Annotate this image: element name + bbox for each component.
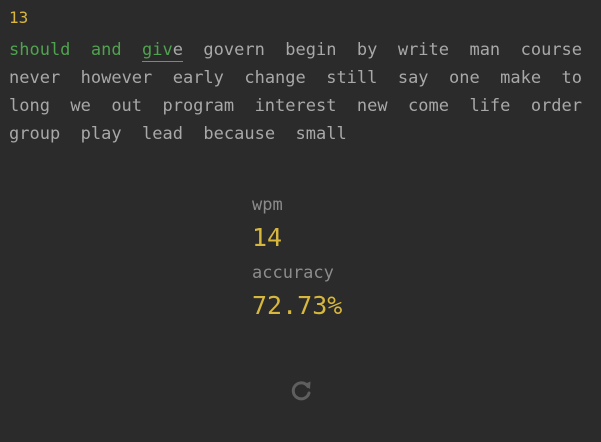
word-upcoming: new bbox=[356, 96, 388, 116]
word-upcoming: lead bbox=[142, 124, 183, 144]
word-upcoming: begin bbox=[285, 40, 337, 60]
word-upcoming: however bbox=[80, 68, 153, 88]
word-upcoming: program bbox=[162, 96, 235, 116]
word-active: give bbox=[142, 39, 183, 62]
word-completed: should bbox=[9, 40, 71, 60]
typing-test-app: 13 should and give govern begin by write… bbox=[0, 0, 601, 442]
word-upcoming: say bbox=[397, 68, 429, 88]
word-upcoming: make bbox=[500, 68, 542, 88]
active-word-typed: giv bbox=[142, 40, 173, 60]
wpm-value: 14 bbox=[252, 223, 283, 252]
word-upcoming: one bbox=[448, 68, 480, 88]
word-upcoming: by bbox=[356, 40, 378, 60]
word-upcoming: play bbox=[80, 124, 122, 144]
word-upcoming: come bbox=[408, 96, 449, 116]
accuracy-value: 72.73% bbox=[252, 291, 343, 320]
word-upcoming: small bbox=[295, 124, 347, 144]
restart-button[interactable] bbox=[288, 378, 314, 404]
word-upcoming: we bbox=[70, 96, 91, 116]
word-upcoming: never bbox=[9, 68, 61, 88]
word-upcoming: early bbox=[172, 68, 224, 88]
word-list[interactable]: should and give govern begin by write ma… bbox=[9, 36, 599, 148]
word-upcoming: to bbox=[561, 68, 583, 88]
word-upcoming: govern bbox=[203, 40, 265, 60]
restart-icon bbox=[291, 381, 311, 401]
word-upcoming: still bbox=[326, 68, 378, 88]
word-upcoming: interest bbox=[254, 96, 337, 116]
wpm-label: wpm bbox=[252, 195, 283, 215]
active-word-remaining: e bbox=[172, 40, 183, 60]
word-upcoming: out bbox=[111, 96, 143, 116]
word-upcoming: man bbox=[469, 40, 501, 60]
accuracy-label: accuracy bbox=[252, 263, 334, 283]
timer-countdown: 13 bbox=[9, 8, 29, 27]
word-completed: and bbox=[90, 40, 122, 60]
word-upcoming: change bbox=[244, 68, 306, 88]
word-upcoming: course bbox=[520, 40, 583, 60]
word-upcoming: group bbox=[9, 124, 61, 144]
word-upcoming: order bbox=[530, 96, 583, 116]
word-upcoming: long bbox=[9, 96, 50, 116]
word-upcoming: because bbox=[203, 124, 276, 144]
word-upcoming: life bbox=[469, 96, 511, 116]
word-upcoming: write bbox=[397, 40, 450, 60]
